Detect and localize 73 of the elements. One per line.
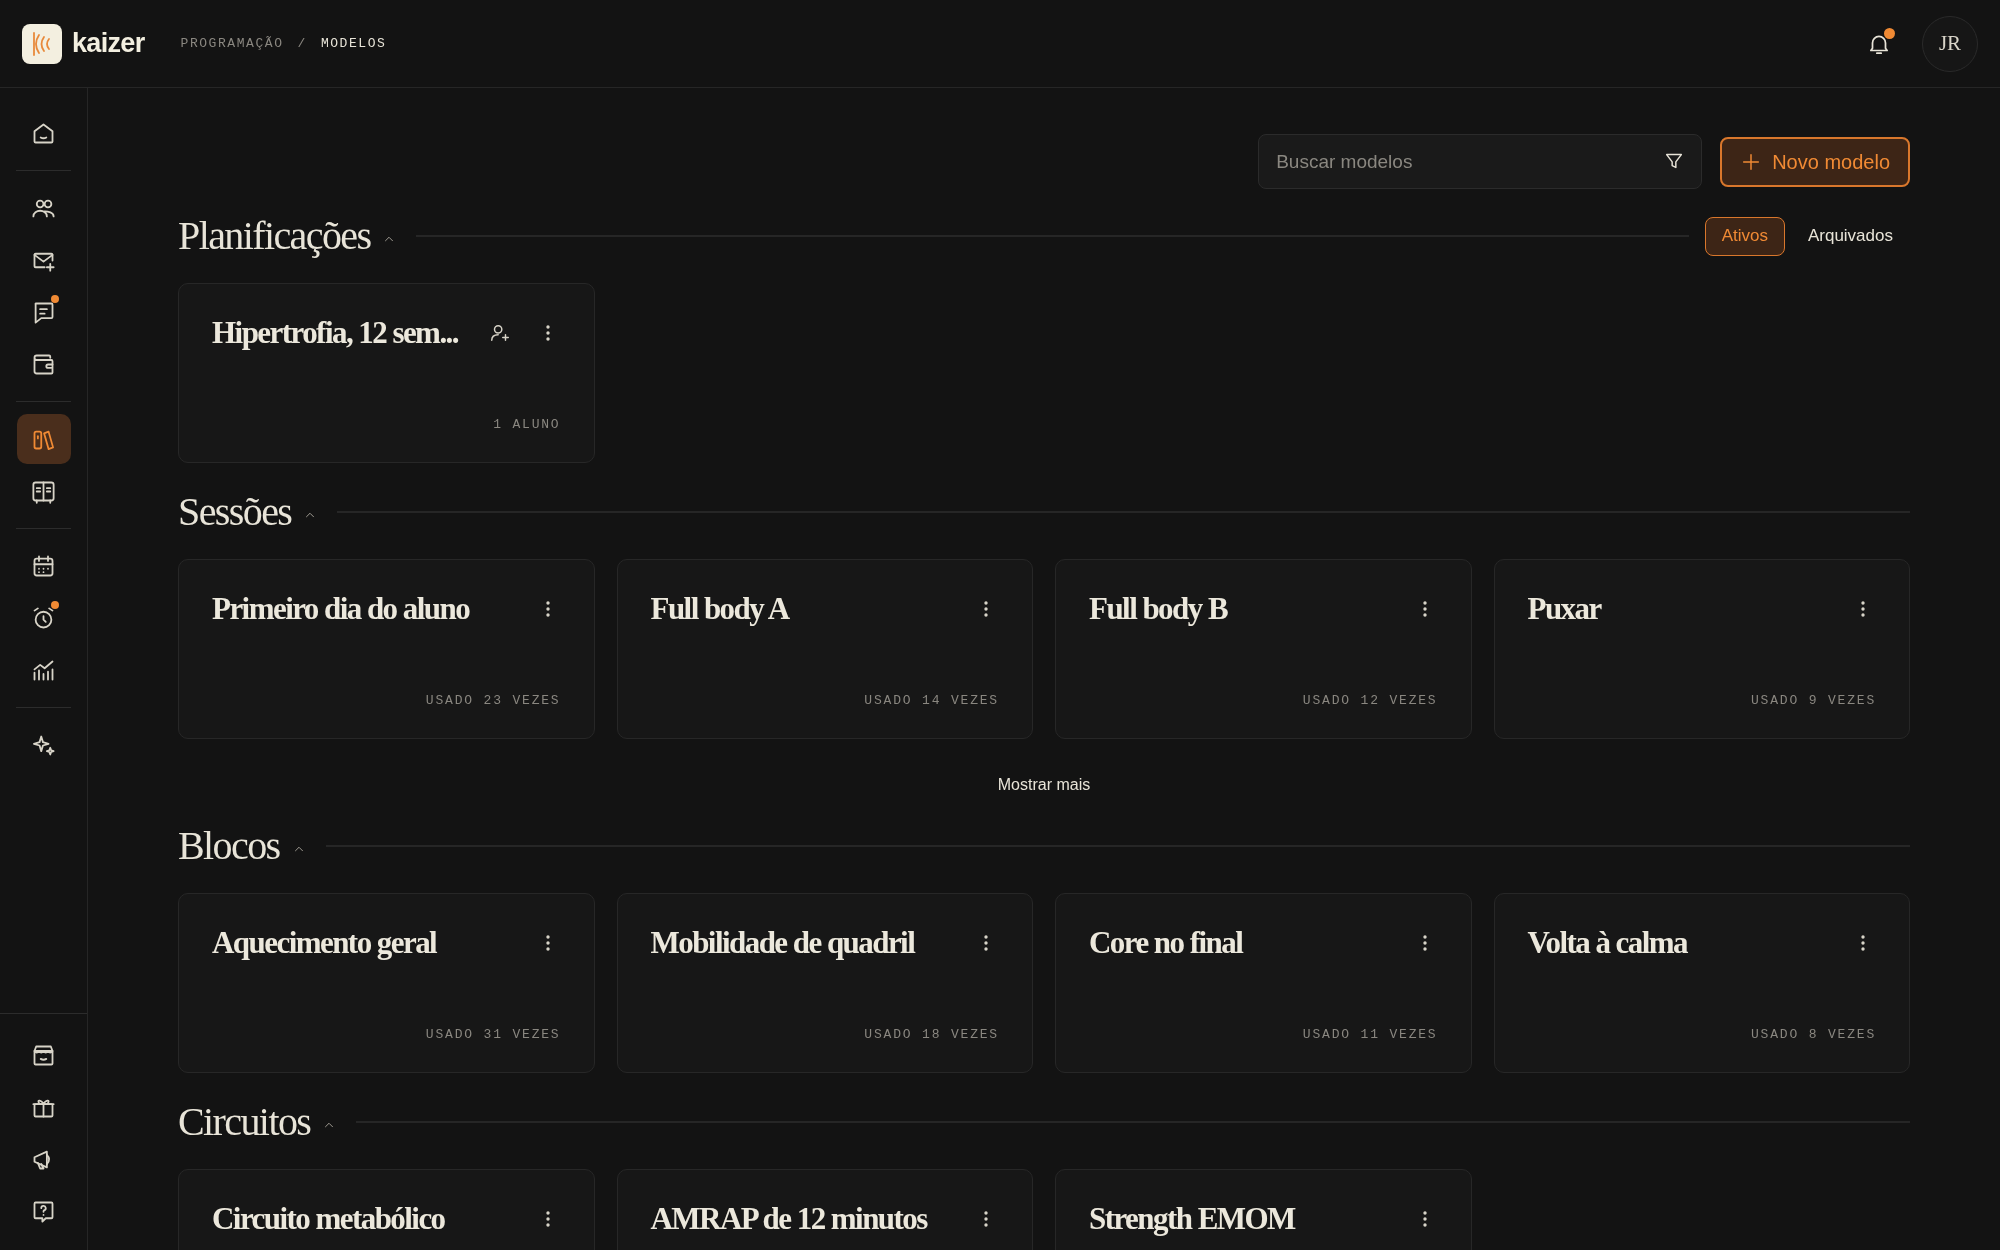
section-title: Blocos [178, 822, 280, 870]
usage-label: USADO 12 VEZES [1302, 691, 1438, 710]
template-card[interactable]: Full body B USADO 12 VEZES [1055, 559, 1472, 739]
usage-label: USADO 14 VEZES [864, 691, 999, 710]
template-card[interactable]: Mobilidade de quadril USADO 18 VEZES [616, 893, 1033, 1073]
filter-tab[interactable]: Arquivados [1790, 216, 1910, 256]
template-card[interactable]: Hipertrofia, 12 sem... 1 ALUNO [178, 283, 595, 463]
card-title: Full body B [1089, 590, 1227, 628]
card-title: Full body A [650, 590, 789, 628]
breadcrumb-separator: / [297, 34, 307, 53]
usage-label: 1 ALUNO [493, 415, 561, 434]
template-card[interactable]: Circuito metabólico [178, 1169, 595, 1250]
section-title: Sessões [178, 488, 292, 536]
more-button[interactable] [983, 934, 989, 953]
more-button[interactable] [544, 934, 551, 953]
template-card[interactable]: AMRAP de 12 minutos [616, 1169, 1033, 1250]
more-icon [1860, 934, 1866, 953]
template-card[interactable]: Aquecimento geral USADO 31 VEZES [178, 893, 595, 1073]
card-title: Volta à calma [1527, 924, 1688, 962]
show-more-button[interactable]: Mostrar mais [997, 773, 1091, 797]
card-title: AMRAP de 12 minutos [650, 1200, 927, 1238]
more-button[interactable] [983, 600, 989, 619]
breadcrumb-item: MODELOS [320, 34, 387, 53]
more-icon [1421, 600, 1428, 619]
more-button[interactable] [544, 324, 551, 343]
more-button[interactable] [983, 1210, 989, 1229]
usage-label: USADO 31 VEZES [425, 1025, 561, 1044]
brand-name: kaizer [72, 27, 145, 61]
usage-label: USADO 8 VEZES [1750, 1025, 1876, 1044]
user-avatar[interactable]: JR [1922, 15, 1978, 72]
card-title: Aquecimento geral [212, 924, 437, 962]
more-icon [544, 1210, 551, 1229]
more-icon [544, 934, 551, 953]
card-title: Core no final [1089, 924, 1243, 962]
more-icon [983, 600, 989, 619]
new-model-button[interactable]: Novo modelo [1720, 136, 1910, 187]
more-icon [983, 1210, 989, 1229]
more-icon [1860, 600, 1866, 619]
more-button[interactable] [1860, 600, 1866, 619]
more-button[interactable] [1421, 934, 1428, 953]
more-button[interactable] [544, 600, 551, 619]
template-card[interactable]: Full body A USADO 14 VEZES [616, 559, 1033, 739]
more-icon [1421, 1210, 1428, 1229]
logo-icon [22, 23, 62, 64]
more-icon [544, 600, 551, 619]
card-title: Hipertrofia, 12 sem... [212, 314, 458, 352]
card-title: Circuito metabólico [212, 1200, 445, 1238]
usage-label: USADO 23 VEZES [425, 691, 561, 710]
template-card[interactable]: Puxar USADO 9 VEZES [1493, 559, 1910, 739]
more-button[interactable] [1421, 1210, 1428, 1229]
more-button[interactable] [1860, 934, 1866, 953]
card-title: Primeiro dia do aluno [212, 590, 470, 628]
card-title: Puxar [1527, 590, 1601, 628]
more-button[interactable] [1421, 600, 1428, 619]
usage-label: USADO 18 VEZES [864, 1025, 999, 1044]
more-icon [983, 934, 989, 953]
usage-label: USADO 11 VEZES [1302, 1025, 1438, 1044]
card-title: Mobilidade de quadril [650, 924, 915, 962]
more-icon [1421, 934, 1428, 953]
section-title: Circuitos [178, 1098, 311, 1146]
usage-label: USADO 9 VEZES [1750, 691, 1876, 710]
template-card[interactable]: Strength EMOM [1055, 1169, 1472, 1250]
template-card[interactable]: Primeiro dia do aluno USADO 23 VEZES [178, 559, 595, 739]
card-title: Strength EMOM [1089, 1200, 1295, 1238]
breadcrumb-item[interactable]: PROGRAMAÇÃO [180, 33, 284, 54]
more-icon [544, 324, 551, 343]
template-card[interactable]: Volta à calma USADO 8 VEZES [1493, 893, 1910, 1073]
section-title: Planificações [178, 212, 371, 260]
search-field[interactable]: Buscar modelos [1258, 134, 1703, 189]
nav-item[interactable] [16, 414, 71, 464]
filter-tab[interactable]: Ativos [1704, 216, 1785, 256]
template-card[interactable]: Core no final USADO 11 VEZES [1055, 893, 1472, 1073]
more-button[interactable] [544, 1210, 551, 1229]
